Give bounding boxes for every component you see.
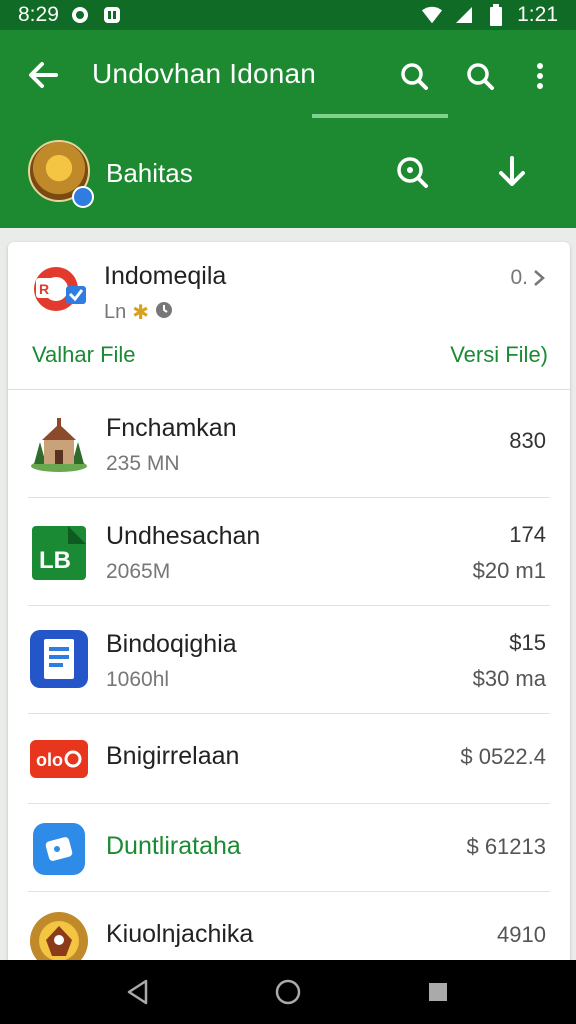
chevron-right-icon [534, 270, 545, 286]
back-button[interactable] [24, 56, 62, 94]
arrow-left-icon [29, 62, 58, 88]
status-right-time: 1:21 [517, 3, 558, 26]
featured-value-text: 0. [510, 266, 528, 289]
red-logo-icon: olo [28, 728, 90, 790]
item-title: Fnchamkan [106, 414, 237, 442]
item-size: 235 MN [106, 452, 180, 475]
status-time: 8:29 [18, 3, 59, 26]
notification-circle-icon [69, 4, 91, 26]
featured-value: 0. [510, 266, 546, 290]
svg-text:R: R [39, 281, 49, 297]
tab-indicator [312, 114, 448, 118]
featured-subtitle-text: Ln [104, 301, 127, 323]
clock-icon [155, 301, 173, 325]
featured-item[interactable]: R Indomeqila Ln ✱ 0. Valhar File Versi F… [8, 242, 570, 390]
nav-home-button[interactable] [268, 974, 308, 1010]
list-item[interactable]: Duntliratahа $ 61213 [8, 804, 570, 892]
battery-icon [485, 4, 507, 26]
home-circle-icon [275, 979, 301, 1005]
nav-back-button[interactable] [118, 974, 158, 1010]
svg-text:LB: LB [39, 547, 71, 574]
list-item[interactable]: olo Bnigirrelaan $ 0522.4 [8, 714, 570, 804]
featured-title: Indomeqila [104, 262, 227, 290]
item-title: Duntliratahа [106, 832, 241, 860]
notification-app-icon [101, 4, 123, 26]
item-title: Bindoqighia [106, 630, 237, 658]
search-button-1[interactable] [394, 56, 434, 96]
lb-app-icon: LB [28, 522, 90, 584]
list-item[interactable]: Bindoqighia 1060hl $15 $30 ma [8, 606, 570, 714]
system-nav-bar [0, 960, 576, 1024]
signal-icon [453, 4, 475, 26]
nav-recents-button[interactable] [418, 974, 458, 1010]
featured-logo-icon: R [30, 264, 88, 314]
item-size: 2065M [106, 560, 171, 583]
blue-app-icon [28, 818, 90, 880]
item-price: $20 m1 [472, 558, 546, 583]
app-list-card: R Indomeqila Ln ✱ 0. Valhar File Versi F… [8, 242, 570, 982]
download-icon [499, 156, 525, 186]
sub-header: Bahitas [0, 122, 576, 228]
temple-icon [28, 412, 90, 474]
app-bar: Undovhan Idonan [0, 30, 576, 122]
item-value: $ 61213 [466, 834, 546, 859]
download-button[interactable] [490, 150, 534, 194]
svg-text:olo: olo [36, 750, 63, 770]
recents-square-icon [429, 983, 447, 1001]
search-button-2[interactable] [460, 56, 500, 96]
document-app-icon [28, 628, 90, 690]
item-value: $ 0522.4 [460, 744, 546, 769]
star-icon: ✱ [132, 302, 150, 324]
sub-header-title: Bahitas [106, 158, 193, 188]
item-title: Bnigirrelaan [106, 742, 240, 770]
item-value: 4910 [497, 922, 546, 947]
item-value: $15 [509, 630, 546, 655]
search-icon [401, 63, 428, 90]
item-size: 1060hl [106, 668, 170, 691]
sub-search-button[interactable] [390, 150, 434, 194]
list-item[interactable]: Fnchamkan 235 MN 830 [8, 390, 570, 498]
page-title: Undovhan Idonan [92, 58, 317, 89]
item-title: Kiuolnjachika [106, 920, 254, 948]
item-price: $30 ma [472, 666, 546, 691]
search-icon [467, 63, 494, 90]
avatar-badge [72, 186, 94, 208]
list-item[interactable]: LB Undhesachan 2065M 174 $20 m1 [8, 498, 570, 606]
valhar-file-link[interactable]: Valhar File [32, 342, 136, 368]
wifi-icon [421, 4, 443, 26]
featured-subtitle: Ln ✱ [104, 300, 173, 325]
item-value: 830 [509, 428, 546, 453]
item-value: 174 [509, 522, 546, 547]
versi-file-link[interactable]: Versi File) [450, 342, 548, 368]
search-icon [397, 157, 428, 188]
status-bar: 8:29 1:21 [0, 0, 576, 30]
back-triangle-icon [127, 979, 148, 1005]
more-vert-icon [537, 63, 543, 89]
item-title: Undhesachan [106, 522, 261, 550]
overflow-menu-button[interactable] [520, 56, 560, 96]
